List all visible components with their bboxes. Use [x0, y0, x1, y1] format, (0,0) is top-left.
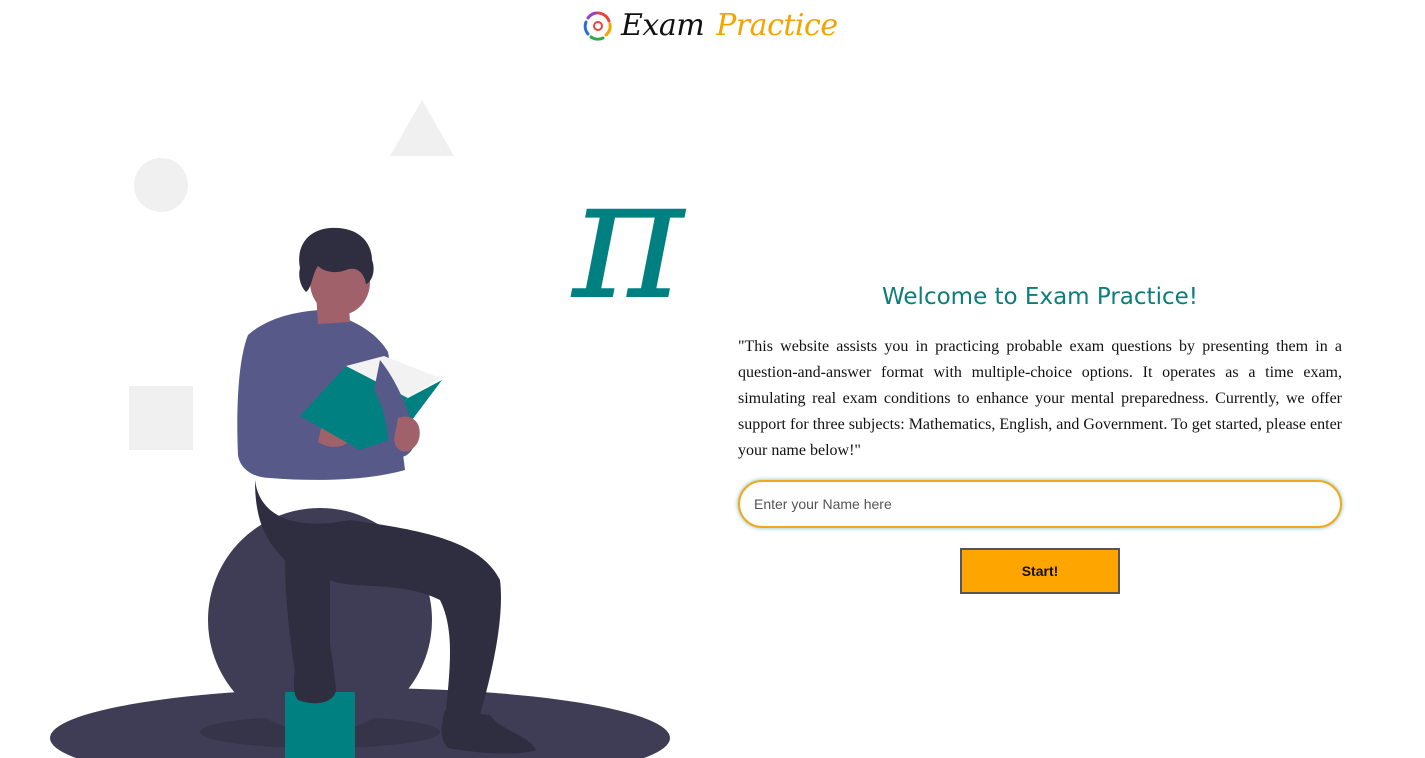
start-button[interactable]: Start! [960, 548, 1120, 594]
left-foot [293, 645, 336, 704]
start-button-container: Start! [738, 548, 1342, 594]
decor-square [129, 386, 193, 450]
decor-triangle [390, 100, 454, 156]
decor-circle [134, 158, 188, 212]
logo[interactable]: Exam Practice [581, 8, 838, 43]
intro-description: "This website assists you in practicing … [738, 338, 1342, 459]
pinwheel-logo-icon [583, 11, 612, 41]
person-reading-book-illustration [50, 100, 670, 758]
header: Exam Practice [0, 0, 1425, 60]
pi-symbol: π [570, 172, 687, 317]
brand-name-second: Practice [716, 8, 838, 43]
right-hand [394, 416, 420, 452]
brand-name-first: Exam [621, 8, 705, 43]
welcome-panel: Welcome to Exam Practice! "This website … [738, 280, 1342, 594]
pi-symbol-graphic: π [570, 172, 687, 317]
name-input[interactable] [738, 480, 1342, 528]
page-title: Welcome to Exam Practice! [882, 284, 1198, 310]
